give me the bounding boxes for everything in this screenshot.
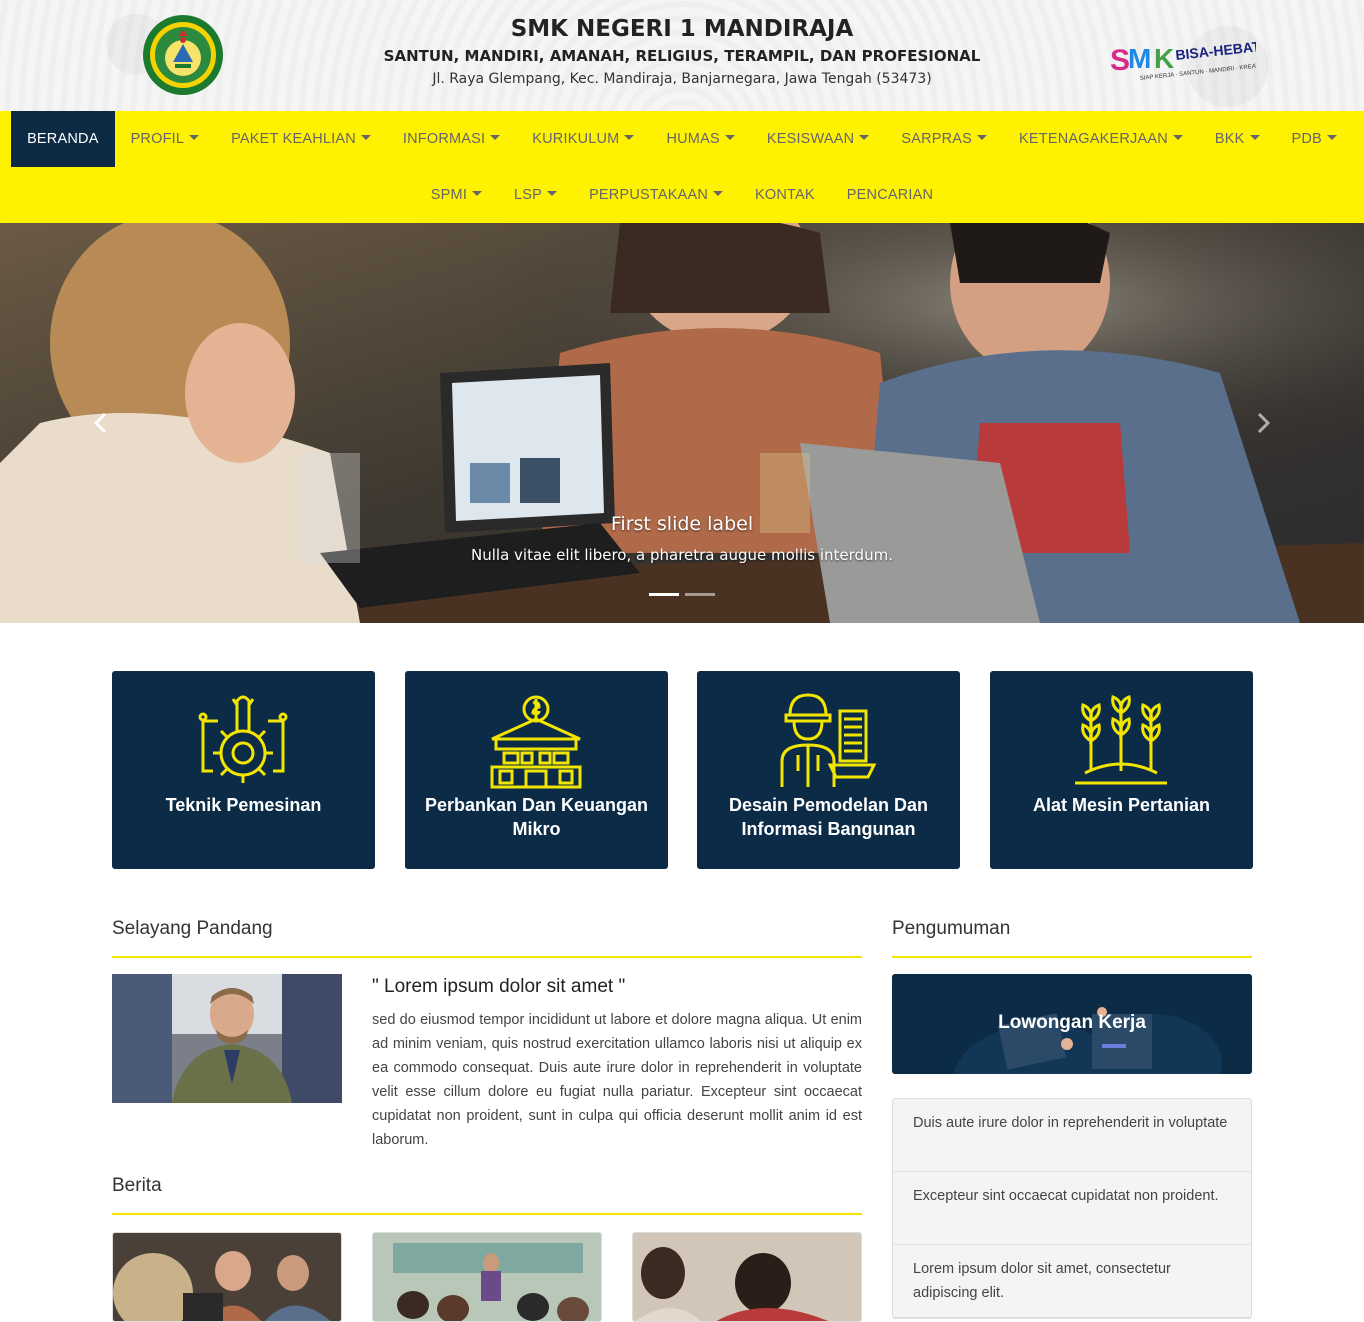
berita-divider bbox=[112, 1213, 862, 1215]
pengumuman-divider bbox=[892, 956, 1252, 958]
nav-item-label: PROFIL bbox=[130, 131, 185, 147]
nav-row-secondary: SPMI LSP PERPUSTAKAAN KONTAK PENCARIAN bbox=[0, 167, 1364, 223]
svg-text:S: S bbox=[1110, 44, 1130, 77]
chevron-right-icon bbox=[1257, 412, 1271, 434]
lowongan-kerja-banner[interactable]: Lowongan Kerja bbox=[892, 974, 1252, 1074]
nav-item-label: PDB bbox=[1291, 131, 1322, 147]
nav-item-perpustakaan[interactable]: PERPUSTAKAAN bbox=[573, 167, 739, 223]
bank-icon bbox=[490, 695, 582, 789]
announcement-item[interactable]: Excepteur sint occaecat cupidatat non pr… bbox=[893, 1172, 1251, 1245]
caret-down-icon bbox=[360, 135, 371, 140]
announcement-list: Duis aute irure dolor in reprehenderit i… bbox=[892, 1098, 1252, 1319]
nav-item-kesiswaan[interactable]: KESISWAAN bbox=[751, 111, 885, 167]
nav-item-label: BERANDA bbox=[27, 131, 99, 147]
caret-down-icon bbox=[490, 135, 501, 140]
nav-item-label: KETENAGAKERJAAN bbox=[1019, 131, 1168, 147]
program-title: Perbankan Dan Keuangan Mikro bbox=[424, 795, 649, 839]
hero-carousel: First slide label Nulla vitae elit liber… bbox=[0, 223, 1364, 623]
nav-item-kurikulum[interactable]: KURIKULUM bbox=[516, 111, 650, 167]
selayang-divider bbox=[112, 956, 862, 958]
svg-text:M: M bbox=[1128, 43, 1151, 74]
site-header: SMK NEGERI 1 MANDIRAJA SANTUN, MANDIRI, … bbox=[0, 0, 1364, 111]
program-title: Teknik Pemesinan bbox=[165, 795, 322, 815]
nav-item-label: PERPUSTAKAAN bbox=[589, 187, 709, 203]
nav-item-pdb[interactable]: PDB bbox=[1276, 111, 1353, 167]
nav-item-informasi[interactable]: INFORMASI bbox=[387, 111, 516, 167]
selayang-heading: Selayang Pandang bbox=[112, 918, 273, 939]
nav-item-label: KONTAK bbox=[755, 187, 815, 203]
announcement-item[interactable]: Duis aute irure dolor in reprehenderit i… bbox=[893, 1099, 1251, 1172]
nav-item-label: LSP bbox=[514, 187, 543, 203]
caret-down-icon bbox=[1249, 135, 1260, 140]
caret-down-icon bbox=[724, 135, 735, 140]
principal-photo bbox=[112, 974, 342, 1103]
chevron-left-icon bbox=[93, 412, 107, 434]
program-card-teknik-pemesinan[interactable]: Teknik Pemesinan bbox=[112, 671, 375, 869]
nav-item-kontak[interactable]: KONTAK bbox=[739, 167, 831, 223]
smk-bisa-hebat-logo[interactable]: S M K BISA-HEBAT SIAP KERJA · SANTUN · M… bbox=[1110, 38, 1256, 84]
svg-text:K: K bbox=[1154, 43, 1174, 74]
program-title: Alat Mesin Pertanian bbox=[1032, 795, 1211, 815]
gear-wrench-icon bbox=[198, 695, 288, 783]
news-card[interactable] bbox=[372, 1232, 602, 1322]
quote-title: " Lorem ipsum dolor sit amet " bbox=[372, 976, 626, 997]
carousel-indicator-1[interactable] bbox=[649, 593, 679, 596]
program-card-perbankan[interactable]: Perbankan Dan Keuangan Mikro bbox=[405, 671, 668, 869]
banner-label: Lowongan Kerja bbox=[998, 1012, 1146, 1033]
carousel-next-button[interactable] bbox=[1248, 408, 1278, 438]
caret-down-icon bbox=[1326, 135, 1337, 140]
nav-item-sarpras[interactable]: SARPRAS bbox=[885, 111, 1003, 167]
nav-item-label: HUMAS bbox=[666, 131, 720, 147]
caret-down-icon bbox=[977, 135, 988, 140]
nav-item-spmi[interactable]: SPMI bbox=[415, 167, 498, 223]
berita-heading: Berita bbox=[112, 1175, 162, 1196]
nav-item-label: PAKET KEAHLIAN bbox=[231, 131, 356, 147]
caret-down-icon bbox=[624, 135, 635, 140]
carousel-caption-title: First slide label bbox=[610, 513, 754, 535]
svg-text:BISA-HEBAT: BISA-HEBAT bbox=[1175, 38, 1256, 63]
nav-item-label: SARPRAS bbox=[901, 131, 973, 147]
caret-down-icon bbox=[472, 191, 483, 196]
nav-item-humas[interactable]: HUMAS bbox=[650, 111, 750, 167]
caret-down-icon bbox=[859, 135, 870, 140]
nav-item-label: KESISWAAN bbox=[766, 131, 855, 147]
nav-item-pencarian[interactable]: PENCARIAN bbox=[831, 167, 949, 223]
quote-body: sed do eiusmod tempor incididunt ut labo… bbox=[372, 1012, 862, 1148]
pengumuman-heading: Pengumuman bbox=[892, 918, 1011, 939]
main-navbar: BERANDA PROFIL PAKET KEAHLIAN INFORMASI KURI… bbox=[0, 111, 1364, 223]
program-title: Desain Pemodelan Dan Informasi Bangunan bbox=[728, 795, 929, 839]
news-card[interactable] bbox=[112, 1232, 342, 1322]
nav-item-label: KURIKULUM bbox=[532, 131, 620, 147]
carousel-prev-button[interactable] bbox=[86, 408, 116, 438]
caret-down-icon bbox=[713, 191, 724, 196]
nav-item-label: BKK bbox=[1214, 131, 1245, 147]
caret-down-icon bbox=[1172, 135, 1183, 140]
program-card-alat-mesin-pertanian[interactable]: Alat Mesin Pertanian bbox=[990, 671, 1253, 869]
carousel-caption-text: Nulla vitae elit libero, a pharetra augu… bbox=[471, 546, 893, 564]
nav-item-profil[interactable]: PROFIL bbox=[115, 111, 216, 167]
nav-row-primary: BERANDA PROFIL PAKET KEAHLIAN INFORMASI KURI… bbox=[0, 111, 1364, 167]
caret-down-icon bbox=[547, 191, 558, 196]
construction-worker-icon bbox=[780, 693, 877, 787]
plant-icon bbox=[1075, 694, 1167, 785]
nav-item-label: PENCARIAN bbox=[846, 187, 934, 203]
caret-down-icon bbox=[189, 135, 200, 140]
nav-item-lsp[interactable]: LSP bbox=[498, 167, 573, 223]
nav-item-label: SPMI bbox=[430, 187, 468, 203]
nav-item-paket-keahlian[interactable]: PAKET KEAHLIAN bbox=[215, 111, 387, 167]
news-card[interactable] bbox=[632, 1232, 862, 1322]
carousel-indicators bbox=[0, 593, 1364, 596]
nav-item-bkk[interactable]: BKK bbox=[1199, 111, 1276, 167]
announcement-item[interactable]: Lorem ipsum dolor sit amet, consectetur … bbox=[893, 1245, 1251, 1318]
program-card-desain-pemodelan[interactable]: Desain Pemodelan Dan Informasi Bangunan bbox=[697, 671, 960, 869]
nav-item-beranda[interactable]: BERANDA bbox=[11, 111, 115, 167]
nav-item-ketenagakerjaan[interactable]: KETENAGAKERJAAN bbox=[1003, 111, 1199, 167]
carousel-indicator-2[interactable] bbox=[685, 593, 715, 596]
nav-item-label: INFORMASI bbox=[402, 131, 486, 147]
